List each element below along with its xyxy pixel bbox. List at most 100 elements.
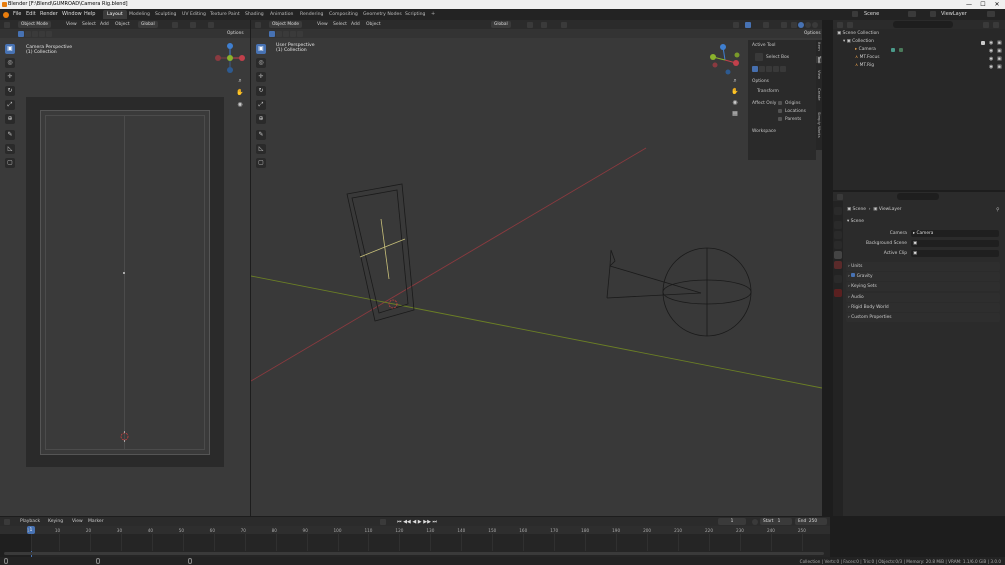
main-editor-type-icon[interactable] xyxy=(255,21,261,28)
texture-tab-icon[interactable] xyxy=(834,289,842,297)
audio-section[interactable]: › Audio xyxy=(846,293,1000,302)
main-select-invert-icon[interactable] xyxy=(290,30,296,37)
select-box-icon[interactable] xyxy=(18,30,24,37)
left-menu-select[interactable]: Select xyxy=(82,22,96,27)
timeline-menu-keying[interactable]: Keying xyxy=(48,519,63,524)
end-frame-field[interactable]: End 250 xyxy=(795,518,827,525)
main-transform-tool-icon[interactable]: ⊕ xyxy=(256,114,266,124)
annotate-tool-icon[interactable]: ✎ xyxy=(5,130,15,140)
camera-view-icon[interactable]: ◉ xyxy=(235,100,245,110)
locations-checkbox[interactable] xyxy=(778,109,782,113)
main-rotate-tool-icon[interactable]: ↻ xyxy=(256,86,266,96)
origins-checkbox[interactable] xyxy=(778,101,782,105)
start-frame-field[interactable]: Start 1 xyxy=(760,518,792,525)
main-orientation-dropdown[interactable]: Global xyxy=(491,21,511,28)
main-pivot-icon[interactable] xyxy=(527,21,533,28)
main-select-intersect-icon[interactable] xyxy=(297,30,303,37)
menu-window[interactable]: Window xyxy=(62,11,82,17)
left-mode-dropdown[interactable]: Object Mode xyxy=(18,21,52,28)
mode-intersect-icon[interactable] xyxy=(780,66,786,72)
view-layer-tab-icon[interactable] xyxy=(834,241,842,249)
measure-tool-icon[interactable]: ◺ xyxy=(5,144,15,154)
select-box-tool-icon[interactable] xyxy=(755,53,763,61)
left-menu-object[interactable]: Object xyxy=(115,22,130,27)
current-frame-field[interactable]: 1 xyxy=(718,518,746,525)
editor-type-icon[interactable] xyxy=(4,21,10,28)
left-orientation-dropdown[interactable]: Global xyxy=(138,21,158,28)
timeline-scrollbar[interactable] xyxy=(4,552,824,555)
options-header[interactable]: Options xyxy=(752,79,769,84)
viewlayer-icon[interactable] xyxy=(930,11,936,17)
timeline-track[interactable]: 1 1 10 20 30 40 50 60 70 80 90 100 110 120 130 140 150 1… xyxy=(0,526,830,557)
main-menu-view[interactable]: View xyxy=(317,22,328,27)
main-select-tool-icon[interactable]: ▣ xyxy=(256,44,266,54)
outliner-row-mt-focus[interactable]: ⋏ MT.Focus xyxy=(855,54,880,62)
tab-modeling[interactable]: Modeling xyxy=(125,10,154,19)
add-cube-tool-icon[interactable]: ▢ xyxy=(5,158,15,168)
move-tool-icon[interactable]: ✛ xyxy=(5,72,15,82)
camera-viewport[interactable]: Object Mode View Select Add Object Globa… xyxy=(0,20,250,516)
maximize-button[interactable]: ☐ xyxy=(976,0,990,9)
filter-icon[interactable] xyxy=(983,21,989,28)
playback-controls[interactable]: ⏮ ◀◀ ◀ ▶ ▶▶ ⏭ xyxy=(397,519,437,525)
mode-difference-icon[interactable] xyxy=(773,66,779,72)
scene-selector[interactable]: Scene xyxy=(864,11,879,17)
mode-set-icon[interactable] xyxy=(752,66,758,72)
main-menu-select[interactable]: Select xyxy=(333,22,347,27)
main-select-box-icon[interactable] xyxy=(269,30,275,37)
collection-checkbox[interactable] xyxy=(981,41,985,45)
active-tool-header[interactable]: Active Tool xyxy=(752,43,776,48)
left-options-button[interactable]: Options xyxy=(224,30,247,37)
new-collection-icon[interactable] xyxy=(993,21,999,28)
tab-simply-works[interactable]: Simply Works xyxy=(816,112,822,138)
add-viewlayer-icon[interactable] xyxy=(987,11,995,17)
camera-field[interactable]: ▸ Camera xyxy=(911,230,999,237)
properties-editor-icon[interactable] xyxy=(837,193,843,200)
tab-layout[interactable]: Layout xyxy=(103,10,127,19)
units-section[interactable]: › Units xyxy=(846,262,1000,271)
preview-range-icon[interactable] xyxy=(752,518,758,525)
main-navigation-gizmo[interactable] xyxy=(707,42,743,78)
3d-cursor-icon[interactable] xyxy=(119,431,130,442)
add-workspace-button[interactable]: + xyxy=(431,11,435,17)
menu-render[interactable]: Render xyxy=(40,11,58,17)
main-scale-tool-icon[interactable]: ⤢ xyxy=(256,100,266,110)
collection-tab-icon[interactable] xyxy=(834,275,842,283)
tab-shading[interactable]: Shading xyxy=(241,10,268,19)
main-camera-view-icon[interactable]: ◉ xyxy=(730,98,740,108)
shading-wireframe-icon[interactable] xyxy=(791,21,797,28)
pin-icon[interactable]: ⚲ xyxy=(996,207,1000,213)
outliner-row-scene-collection[interactable]: ▣ Scene Collection xyxy=(837,30,879,38)
main-select-subtract-icon[interactable] xyxy=(283,30,289,37)
copy-scene-icon[interactable] xyxy=(908,11,916,17)
overlay-toggle-icon[interactable] xyxy=(763,21,769,28)
pan-hand-icon[interactable]: ✋ xyxy=(235,88,245,98)
rig-visibility-icon[interactable]: ◉ xyxy=(989,64,993,70)
camera-object[interactable] xyxy=(346,183,415,322)
proportional-edit-icon[interactable] xyxy=(208,21,214,28)
gravity-section[interactable]: › Gravity xyxy=(846,272,1000,281)
outliner-search-input[interactable] xyxy=(893,21,953,28)
timeline-menu-view[interactable]: View xyxy=(72,519,83,524)
focus-visibility-icon[interactable]: ◉ xyxy=(989,56,993,62)
tab-scripting[interactable]: Scripting xyxy=(401,10,429,19)
focus-render-icon[interactable]: ▣ xyxy=(997,56,1002,62)
select-invert-icon[interactable] xyxy=(39,30,45,37)
mode-subtract-icon[interactable] xyxy=(766,66,772,72)
main-select-extend-icon[interactable] xyxy=(276,30,282,37)
main-proportional-icon[interactable] xyxy=(561,21,567,28)
tab-tool[interactable]: Tool xyxy=(816,56,822,64)
main-measure-tool-icon[interactable]: ◺ xyxy=(256,144,266,154)
mode-extend-icon[interactable] xyxy=(759,66,765,72)
menu-file[interactable]: File xyxy=(13,11,21,17)
tab-create[interactable]: Create xyxy=(816,88,822,101)
xray-toggle-icon[interactable] xyxy=(781,21,787,28)
workspace-header[interactable]: Workspace xyxy=(752,129,776,134)
camera-visibility-icon[interactable]: ◉ xyxy=(989,48,993,54)
select-extend-icon[interactable] xyxy=(25,30,31,37)
zoom-icon[interactable]: ⌕ xyxy=(235,76,245,86)
main-add-cube-tool-icon[interactable]: ▢ xyxy=(256,158,266,168)
main-menu-add[interactable]: Add xyxy=(351,22,360,27)
select-subtract-icon[interactable] xyxy=(32,30,38,37)
tab-rendering[interactable]: Rendering xyxy=(296,10,327,19)
